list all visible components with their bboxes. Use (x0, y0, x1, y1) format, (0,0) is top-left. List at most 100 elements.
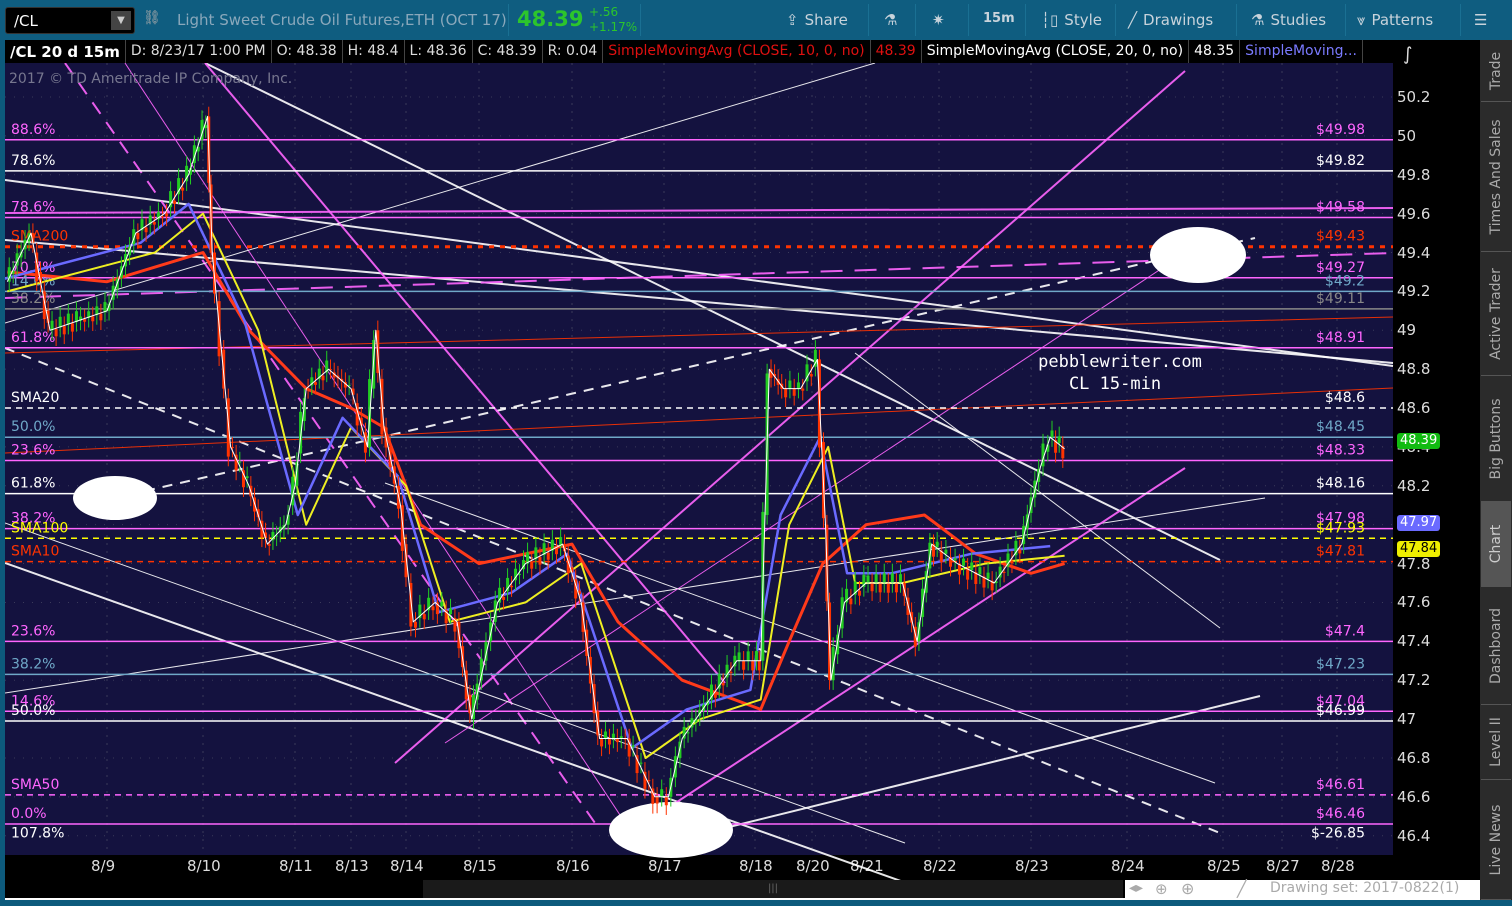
side-tab-label: Live News (1488, 804, 1504, 875)
candle-body (611, 733, 615, 739)
side-tab-active-trader[interactable]: Active Trader (1481, 252, 1511, 376)
chart-title: /CL 20 d 15m (5, 40, 126, 63)
zoom-icon[interactable]: ⊕ (1181, 879, 1194, 898)
side-tab-trade[interactable]: Trade (1481, 40, 1511, 102)
candle-body (878, 583, 882, 593)
style-label: Style (1064, 11, 1102, 29)
candle-body (866, 575, 870, 583)
candle-body (173, 200, 177, 204)
crosshair-icon[interactable]: ⊕ (1155, 880, 1168, 898)
timeframe-button[interactable]: 15m (983, 11, 1015, 26)
candle-body (267, 544, 271, 546)
side-tab-label: Chart (1488, 524, 1504, 564)
level-right-label: $46.99 (1316, 703, 1365, 719)
gear-icon: ✷ (932, 11, 945, 29)
candle-body (546, 552, 550, 560)
candle-body (530, 561, 534, 569)
chevron-down-icon[interactable]: ▼ (111, 11, 131, 30)
style-button[interactable]: ┆▯ Style (1041, 11, 1102, 29)
level-left-label: 50.0% (11, 703, 55, 719)
candle-body (742, 660, 746, 670)
candle-body (874, 574, 878, 583)
level-left-label: 38.2% (11, 656, 55, 672)
bar-range: R: 0.04 (543, 40, 604, 63)
patterns-icon: ⩔ (1357, 11, 1366, 29)
side-tab-level-ii[interactable]: Level II (1481, 705, 1511, 780)
link-icon[interactable]: ⛓ (143, 10, 161, 26)
level-right-label: $49.43 (1316, 229, 1365, 245)
share-button[interactable]: ⇪ Share (786, 11, 848, 29)
candle-body (1050, 430, 1054, 438)
level-right-label: $48.6 (1325, 390, 1365, 406)
candle-body (1010, 560, 1014, 564)
scale-toggle-icon[interactable]: ∫ (1403, 44, 1412, 65)
candle-body (754, 651, 758, 661)
bar-open: O: 48.38 (272, 40, 343, 63)
copyright-text: 2017 © TD Ameritrade IP Company, Inc. (9, 71, 292, 87)
candle-body (1057, 436, 1061, 444)
last-price: 48.39 (517, 7, 584, 31)
side-tab-times-and-sales[interactable]: Times And Sales (1481, 102, 1511, 252)
candle-body (502, 596, 506, 600)
candle-body (664, 796, 668, 806)
level-left-label: 23.6% (11, 443, 55, 459)
candle-body (792, 388, 796, 396)
candle-body (321, 375, 325, 381)
change-pct: +1.17% (589, 20, 638, 34)
symbol-text: /CL (14, 12, 38, 30)
flask-button[interactable]: ⚗ (884, 11, 897, 29)
candle-body (953, 558, 957, 561)
candle-body (62, 326, 66, 335)
level-right-label: $49.98 (1316, 122, 1365, 138)
candle-body (944, 549, 948, 554)
price-chart[interactable]: 88.6% $49.98 78.6% $49.82 78.6% $49.58 SMA200 $… (5, 63, 1480, 880)
candle-body (796, 382, 800, 389)
watermark-text: pebblewriter.com (1038, 352, 1202, 372)
candle-body (894, 583, 898, 593)
sma20-study[interactable]: SimpleMovingAvg (CLOSE, 20, 0, no) (922, 40, 1190, 63)
chart-info-bar: /CL 20 d 15m D: 8/23/17 1:00 PM O: 48.38… (5, 40, 1396, 63)
patterns-button[interactable]: ⩔ Patterns (1357, 11, 1433, 29)
bar-close: C: 48.39 (473, 40, 543, 63)
drawing-tool-icon[interactable]: ╱ (1237, 879, 1247, 898)
candle-body (935, 541, 939, 548)
horizontal-scrollbar[interactable]: ||| (5, 880, 1125, 898)
drawings-label: Drawings (1143, 11, 1214, 29)
candle-body (538, 557, 542, 565)
drawings-button[interactable]: ╱ Drawings (1128, 11, 1213, 29)
candle-body (66, 313, 70, 325)
candle-body (729, 671, 733, 673)
scrollbar-thumb[interactable]: ||| (423, 880, 1123, 898)
candle-body (413, 621, 417, 628)
side-tab-label: Dashboard (1488, 607, 1504, 684)
candle-body (510, 585, 514, 588)
sma-more-study[interactable]: SimpleMoving... (1240, 40, 1363, 63)
candle-body (83, 319, 87, 322)
level-right-label: $49.82 (1316, 153, 1365, 169)
studies-button[interactable]: ⚗ Studies (1251, 11, 1326, 29)
sma10-study[interactable]: SimpleMovingAvg (CLOSE, 10, 0, no) (603, 40, 871, 63)
pan-icon[interactable]: ◂▸ (1129, 880, 1143, 896)
side-tab-big-buttons[interactable]: Big Buttons (1481, 376, 1511, 502)
candle-body (986, 572, 990, 579)
level-right-label: $49.11 (1316, 291, 1365, 307)
share-icon: ⇪ (786, 11, 799, 29)
side-tab-dashboard[interactable]: Dashboard (1481, 587, 1511, 705)
candle-body (978, 567, 982, 575)
side-tab-label: Trade (1488, 51, 1504, 90)
bar-low: L: 48.36 (405, 40, 473, 63)
symbol-selector[interactable]: /CL ▼ (5, 7, 135, 34)
candle-body (615, 738, 619, 743)
side-tab-live-news[interactable]: Live News (1481, 780, 1511, 900)
level-left-label: SMA50 (11, 777, 59, 793)
drawing-set-selector[interactable]: Drawing set: 2017-0822(1) (1270, 880, 1459, 896)
side-tab-chart[interactable]: Chart (1481, 502, 1511, 587)
level-right-label: $48.16 (1316, 476, 1365, 492)
sma20-value: 48.35 (1189, 40, 1241, 63)
level-left-label: 61.8% (11, 330, 55, 346)
change-abs: +.56 (589, 5, 619, 19)
candle-body (306, 388, 310, 390)
level-left-label: 0.0% (11, 806, 47, 822)
settings-button[interactable]: ✷ (932, 11, 945, 29)
menu-button[interactable]: ☰ (1474, 11, 1487, 29)
